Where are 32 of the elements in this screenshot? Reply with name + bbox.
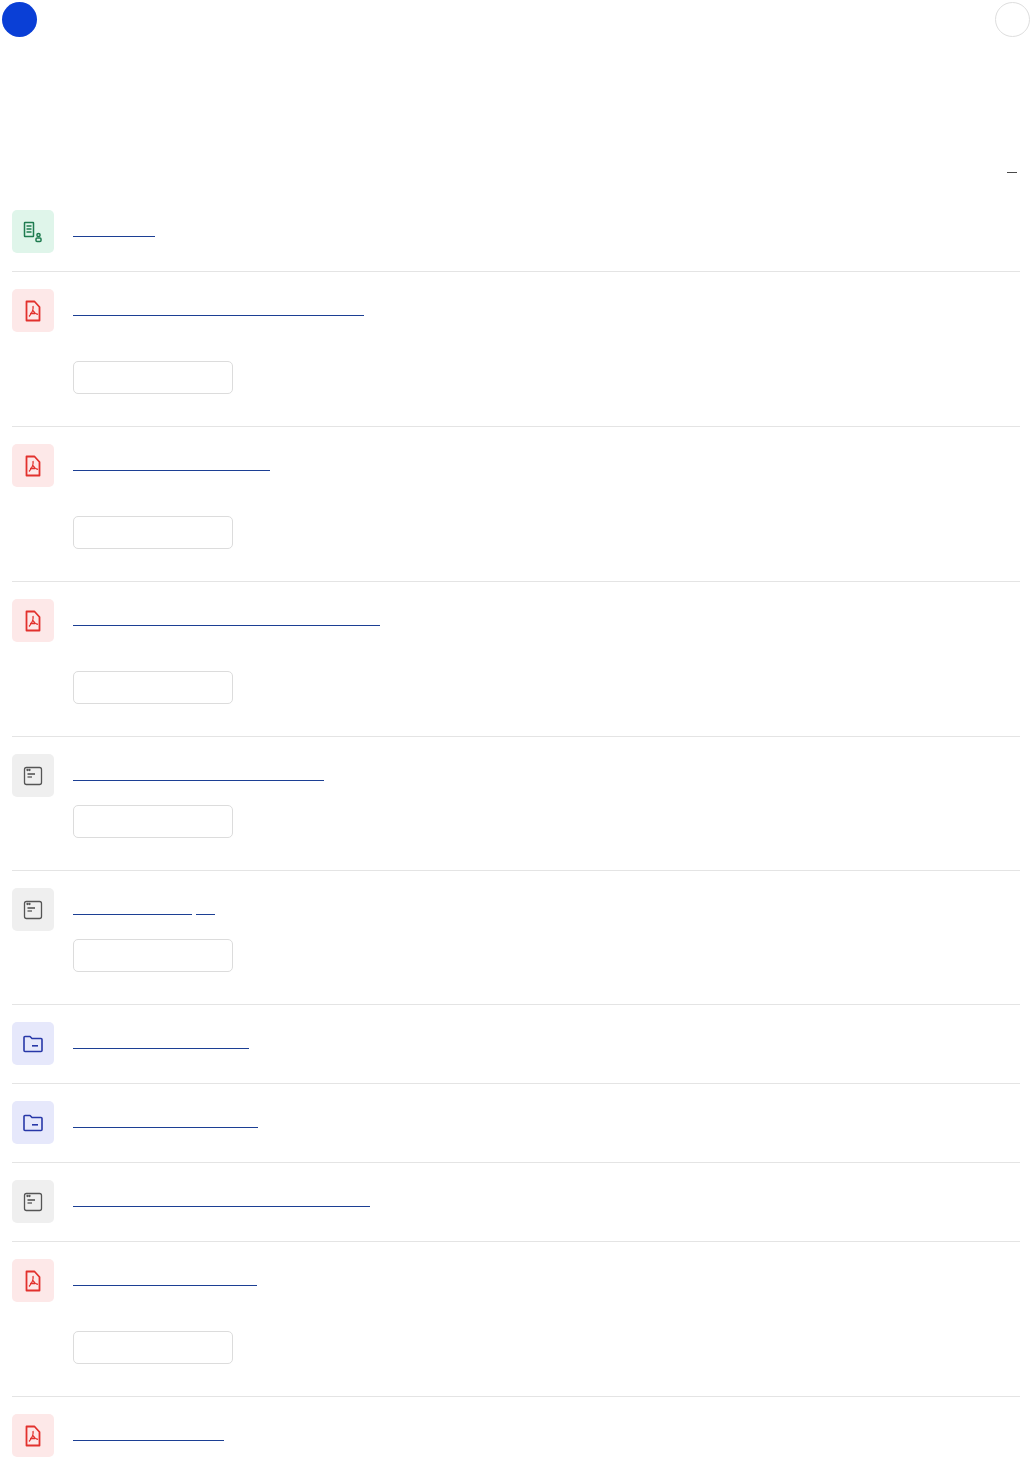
pdf-file-icon [12, 289, 54, 332]
link-underline[interactable] [1007, 172, 1017, 173]
folder-icon [12, 1022, 54, 1065]
link-underline[interactable] [73, 1285, 257, 1286]
link-underline[interactable] [73, 1206, 370, 1207]
blank-button[interactable] [73, 516, 233, 549]
blank-button[interactable] [73, 1331, 233, 1364]
link-underline[interactable] [73, 315, 364, 316]
link-underline[interactable] [73, 470, 270, 471]
pdf-file-icon [12, 1259, 54, 1302]
blank-button[interactable] [73, 939, 233, 972]
link-underline[interactable] [73, 1127, 258, 1128]
blank-button[interactable] [73, 361, 233, 394]
link-underline[interactable] [73, 625, 380, 626]
logo-icon[interactable] [2, 2, 37, 37]
link-underline[interactable] [73, 1440, 224, 1441]
page-lines-icon [12, 754, 54, 797]
blank-button[interactable] [73, 671, 233, 704]
link-underline[interactable] [73, 780, 324, 781]
page-lines-icon [12, 888, 54, 931]
link-underline[interactable] [73, 1048, 249, 1049]
document-person-icon [12, 210, 54, 253]
pdf-file-icon [12, 599, 54, 642]
link-underline[interactable] [73, 914, 192, 915]
pdf-file-icon [12, 444, 54, 487]
page-lines-icon [12, 1180, 54, 1223]
blank-button[interactable] [73, 805, 233, 838]
pdf-file-icon [12, 1414, 54, 1457]
link-underline[interactable] [73, 236, 155, 237]
avatar-icon[interactable] [995, 2, 1030, 37]
folder-icon [12, 1101, 54, 1144]
link-underline[interactable] [196, 914, 215, 915]
